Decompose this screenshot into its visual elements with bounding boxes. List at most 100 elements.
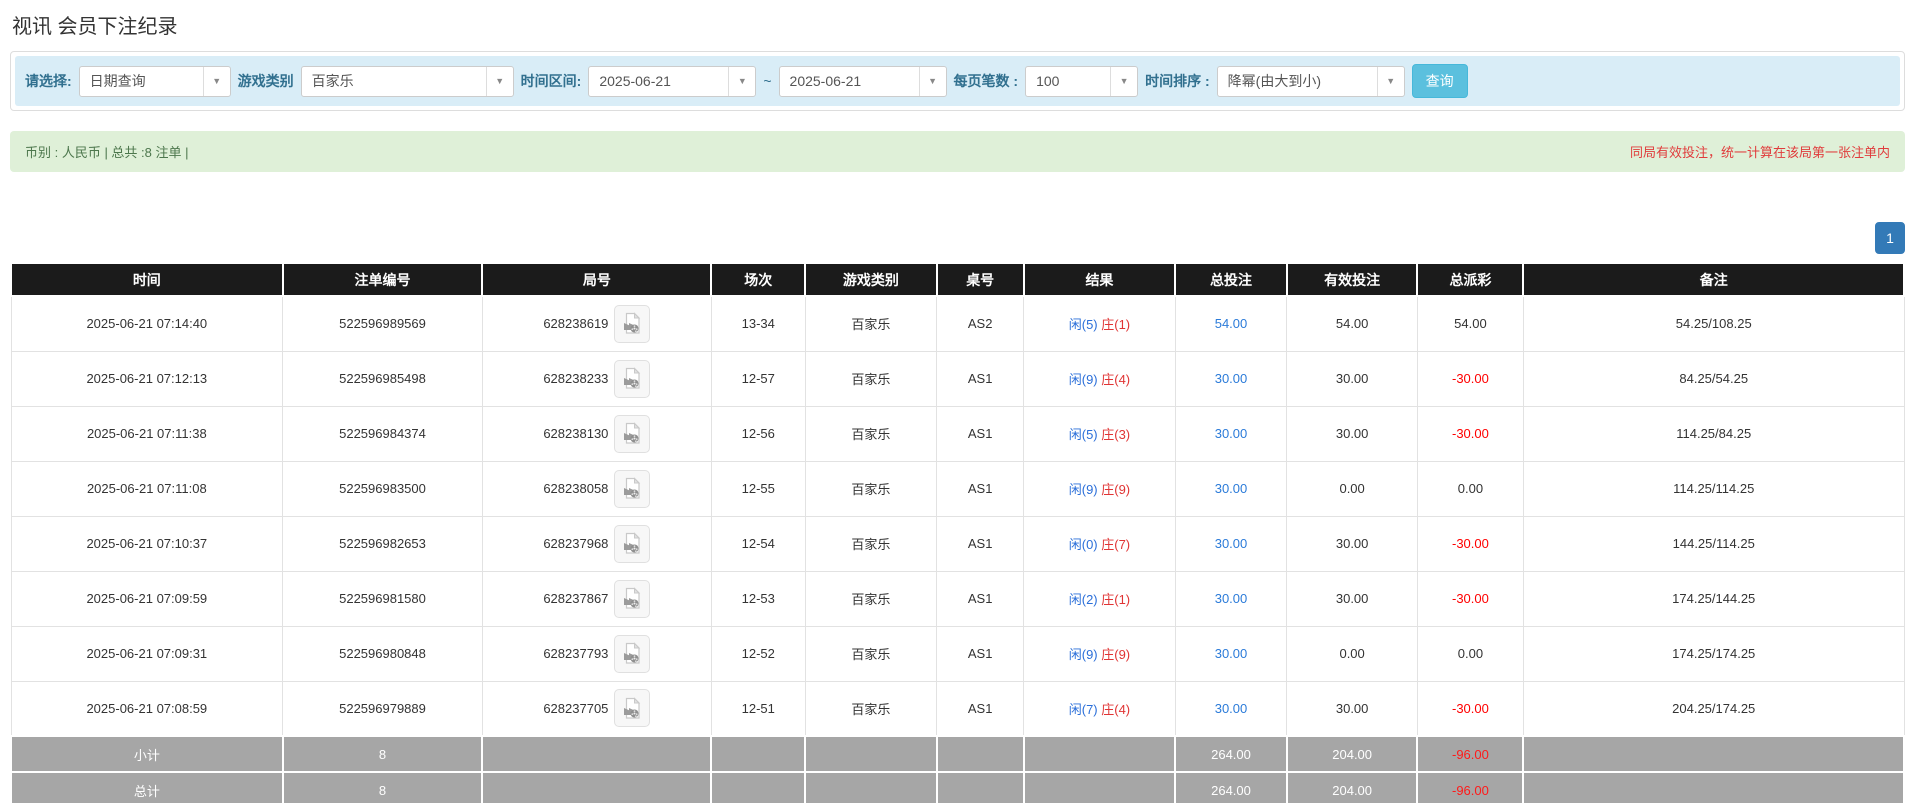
cell-total-bet: 54.00	[1175, 296, 1287, 351]
cell-session: 12-52	[711, 626, 805, 681]
video-replay-button[interactable]	[614, 689, 650, 727]
time-sort-select[interactable]: 降幂(由大到小) ▼	[1217, 66, 1405, 97]
total-bet-link[interactable]: 30.00	[1215, 591, 1248, 606]
query-button[interactable]: 查询	[1412, 64, 1468, 98]
subtotal-row-valid-bet: 204.00	[1287, 736, 1418, 772]
table-row: 2025-06-21 07:11:38522596984374628238130…	[11, 406, 1904, 461]
cell-table-no: AS1	[937, 406, 1024, 461]
video-replay-button[interactable]	[614, 305, 650, 343]
subtotal-row-count: 8	[283, 736, 483, 772]
total-bet-link[interactable]: 30.00	[1215, 426, 1248, 441]
query-type-label: 请选择:	[25, 71, 72, 91]
total-row-empty-round	[482, 772, 711, 803]
valid-bet-note: 同局有效投注，统一计算在该局第一张注单内	[1630, 142, 1890, 161]
cell-table-no: AS1	[937, 351, 1024, 406]
page-1-button[interactable]: 1	[1875, 222, 1905, 254]
pagination: 1	[10, 222, 1905, 254]
total-bet-link[interactable]: 54.00	[1215, 316, 1248, 331]
cell-time: 2025-06-21 07:11:08	[11, 461, 283, 516]
result-player: 闲(0)	[1069, 537, 1098, 552]
video-replay-button[interactable]	[614, 525, 650, 563]
cell-payout: -30.00	[1417, 516, 1523, 571]
cell-game-category: 百家乐	[805, 351, 937, 406]
total-row-label: 总计	[11, 772, 283, 803]
cell-payout: -30.00	[1417, 406, 1523, 461]
cell-table-no: AS2	[937, 296, 1024, 351]
column-header-7: 总投注	[1175, 263, 1287, 296]
cell-time: 2025-06-21 07:08:59	[11, 681, 283, 736]
table-row: 2025-06-21 07:11:08522596983500628238058…	[11, 461, 1904, 516]
round-id-group: 628237968	[543, 525, 650, 563]
result-player: 闲(2)	[1069, 592, 1098, 607]
time-sort-label: 时间排序 :	[1145, 71, 1210, 91]
cell-table-no: AS1	[937, 681, 1024, 736]
cell-game-category: 百家乐	[805, 681, 937, 736]
filter-panel: 请选择: 日期查询 ▼ 游戏类别 百家乐 ▼ 时间区间: 2025-06-21 …	[10, 51, 1905, 111]
cell-remark: 144.25/114.25	[1523, 516, 1904, 571]
result-banker: 庄(9)	[1101, 647, 1130, 662]
cell-result: 闲(9) 庄(9)	[1024, 461, 1175, 516]
cell-round-id: 628238619	[482, 296, 711, 351]
date-to-select[interactable]: 2025-06-21 ▼	[779, 66, 947, 97]
result-player: 闲(5)	[1069, 317, 1098, 332]
cell-time: 2025-06-21 07:09:59	[11, 571, 283, 626]
subtotal-row-label: 小计	[11, 736, 283, 772]
date-from-select[interactable]: 2025-06-21 ▼	[588, 66, 756, 97]
cell-valid-bet: 30.00	[1287, 351, 1418, 406]
total-row-total-bet: 264.00	[1175, 772, 1287, 803]
total-bet-link[interactable]: 30.00	[1215, 371, 1248, 386]
page-size-select[interactable]: 100 ▼	[1025, 66, 1138, 97]
column-header-8: 有效投注	[1287, 263, 1418, 296]
cell-game-category: 百家乐	[805, 516, 937, 571]
total-bet-link[interactable]: 30.00	[1215, 481, 1248, 496]
total-bet-link[interactable]: 30.00	[1215, 536, 1248, 551]
cell-bet-id: 522596981580	[283, 571, 483, 626]
cell-valid-bet: 30.00	[1287, 406, 1418, 461]
table-row: 2025-06-21 07:14:40522596989569628238619…	[11, 296, 1904, 351]
video-replay-icon	[622, 697, 642, 720]
video-replay-button[interactable]	[614, 415, 650, 453]
result-player: 闲(7)	[1069, 702, 1098, 717]
cell-session: 13-34	[711, 296, 805, 351]
page-title: 视讯 会员下注纪录	[12, 10, 1903, 39]
subtotal-row-total-bet: 264.00	[1175, 736, 1287, 772]
cell-total-bet: 30.00	[1175, 681, 1287, 736]
cell-round-id: 628237867	[482, 571, 711, 626]
result-player: 闲(9)	[1069, 482, 1098, 497]
cell-time: 2025-06-21 07:14:40	[11, 296, 283, 351]
game-category-label: 游戏类别	[238, 71, 294, 91]
total-bet-link[interactable]: 30.00	[1215, 646, 1248, 661]
column-header-4: 游戏类别	[805, 263, 937, 296]
result-player: 闲(9)	[1069, 647, 1098, 662]
cell-game-category: 百家乐	[805, 406, 937, 461]
cell-total-bet: 30.00	[1175, 516, 1287, 571]
total-row-valid-bet: 204.00	[1287, 772, 1418, 803]
subtotal-row-empty-round	[482, 736, 711, 772]
video-replay-button[interactable]	[614, 470, 650, 508]
cell-time: 2025-06-21 07:12:13	[11, 351, 283, 406]
cell-table-no: AS1	[937, 571, 1024, 626]
video-replay-button[interactable]	[614, 635, 650, 673]
result-player: 闲(9)	[1069, 372, 1098, 387]
game-category-select[interactable]: 百家乐 ▼	[301, 66, 514, 97]
video-replay-button[interactable]	[614, 580, 650, 618]
cell-session: 12-55	[711, 461, 805, 516]
cell-valid-bet: 30.00	[1287, 516, 1418, 571]
result-banker: 庄(9)	[1101, 482, 1130, 497]
round-id-text: 628238233	[543, 371, 608, 386]
cell-round-id: 628238058	[482, 461, 711, 516]
total-bet-link[interactable]: 30.00	[1215, 701, 1248, 716]
chevron-down-icon: ▼	[486, 67, 513, 96]
cell-bet-id: 522596984374	[283, 406, 483, 461]
cell-time: 2025-06-21 07:09:31	[11, 626, 283, 681]
total-row: 总计8264.00204.00-96.00	[11, 772, 1904, 803]
query-type-select[interactable]: 日期查询 ▼	[79, 66, 231, 97]
cell-bet-id: 522596989569	[283, 296, 483, 351]
subtotal-row-payout: -96.00	[1417, 736, 1523, 772]
chevron-down-icon: ▼	[1110, 67, 1137, 96]
video-replay-button[interactable]	[614, 360, 650, 398]
page-size-label: 每页笔数 :	[954, 71, 1019, 91]
cell-total-bet: 30.00	[1175, 351, 1287, 406]
subtotal-row: 小计8 264.00204.00-96.00	[11, 736, 1904, 772]
game-category-value: 百家乐	[302, 67, 486, 96]
